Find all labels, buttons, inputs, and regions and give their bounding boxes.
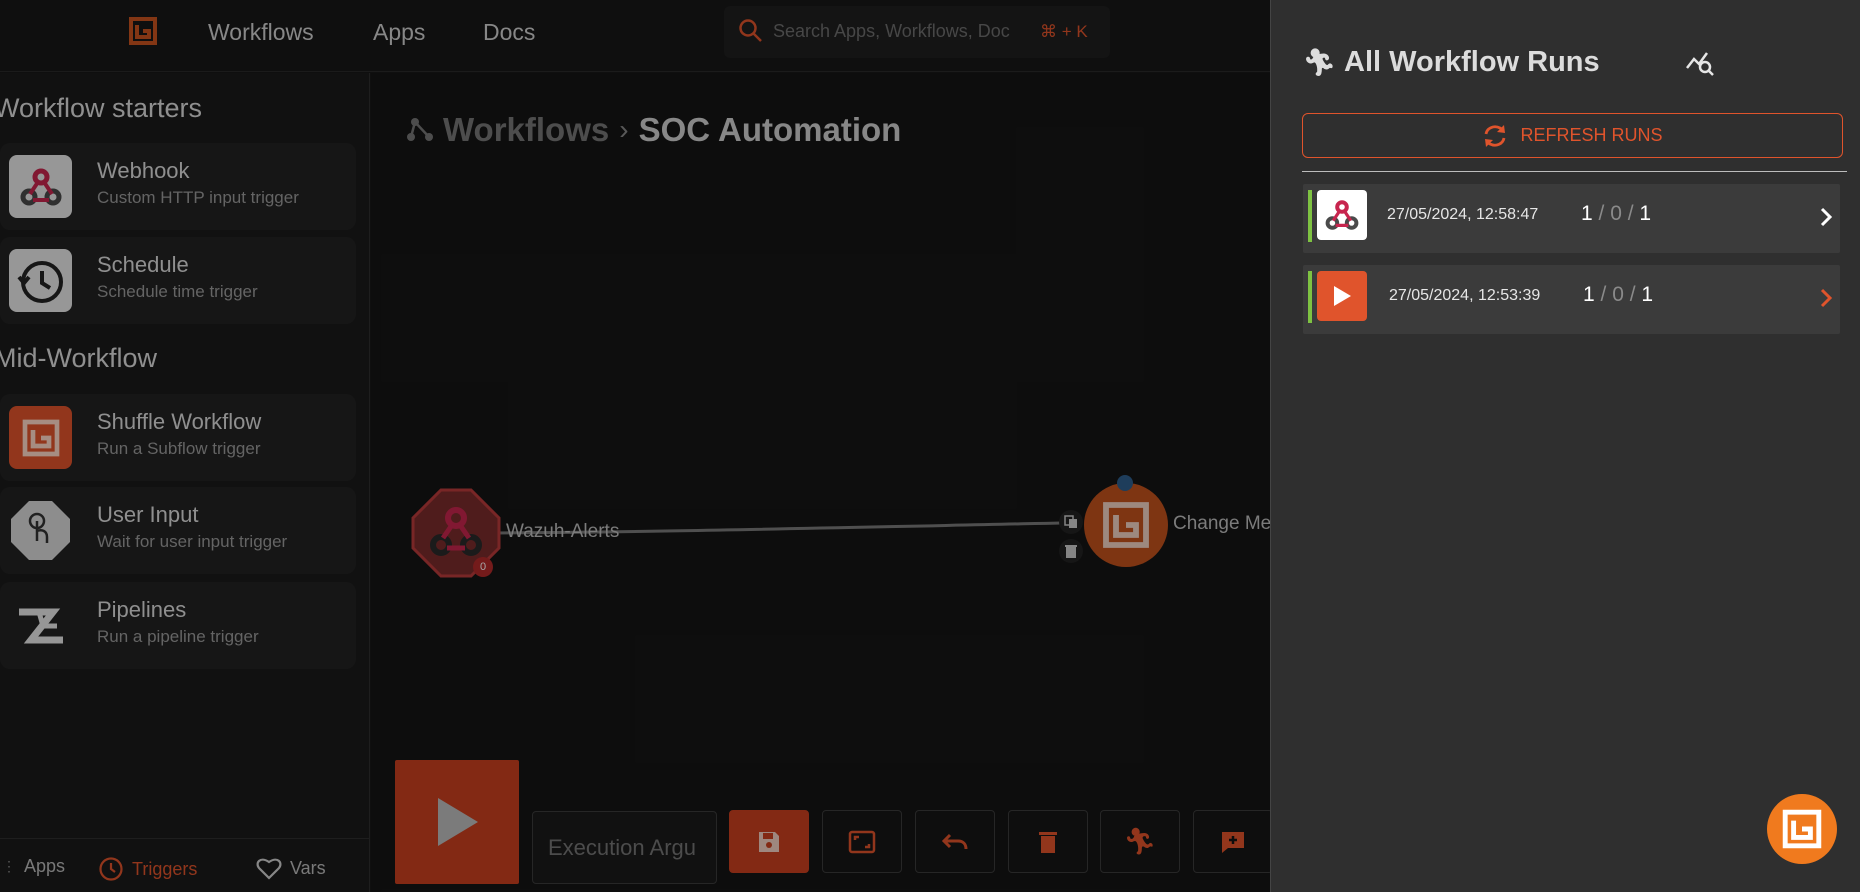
total-count: 1 — [1641, 283, 1654, 306]
running-person-icon: 🏃︎ — [1123, 826, 1157, 856]
workflow-runs-drawer: 🏃︎ All Workflow Runs REFRESH RUNS 27/05/… — [1270, 0, 1860, 892]
trigger-name: User Input — [97, 502, 199, 527]
workflow-run-row[interactable]: 27/05/2024, 12:58:47 1 / 0 / 1 — [1303, 184, 1840, 253]
node-error-badge: 0 — [473, 557, 493, 577]
trigger-shuffle-workflow[interactable]: Shuffle Workflow Run a Subflow trigger — [0, 394, 356, 481]
trigger-schedule[interactable]: Schedule Schedule time trigger — [0, 237, 356, 324]
chevron-right-icon — [1820, 207, 1833, 227]
undo-button[interactable] — [915, 810, 995, 873]
run-result-counts: 1 / 0 / 1 — [1581, 202, 1652, 225]
add-comment-button[interactable] — [1193, 810, 1273, 873]
clock-history-icon — [9, 249, 72, 312]
trigger-name: Pipelines — [97, 597, 187, 622]
trigger-desc: Run a pipeline trigger — [97, 627, 259, 646]
refresh-icon — [1485, 124, 1506, 147]
section-mid-workflow: Mid-Workflow — [0, 343, 158, 373]
nav-docs[interactable]: Docs — [483, 19, 535, 46]
chevron-right-icon — [1820, 288, 1833, 308]
tab-vars[interactable]: Vars — [256, 856, 326, 880]
save-button[interactable] — [729, 810, 809, 873]
trigger-desc: Custom HTTP input trigger — [97, 188, 299, 207]
search-analytics-icon[interactable] — [1685, 48, 1715, 76]
trash-icon — [1039, 831, 1057, 853]
trigger-desc: Wait for user input trigger — [97, 532, 288, 551]
clock-icon — [99, 857, 123, 881]
app-root: Workflows Apps Docs Search Apps, Workflo… — [0, 0, 1860, 892]
trigger-desc: Run a Subflow trigger — [97, 439, 261, 458]
tab-label: Triggers — [132, 858, 198, 879]
search-placeholder: Search Apps, Workflows, Doc — [773, 21, 1010, 41]
trigger-desc: Schedule time trigger — [97, 282, 258, 301]
trigger-name: Schedule — [97, 252, 189, 277]
tab-triggers[interactable]: Triggers — [98, 856, 197, 882]
run-timestamp: 27/05/2024, 12:58:47 — [1387, 206, 1539, 223]
shuffle-logo-icon — [1782, 809, 1822, 849]
failed-count: 0 — [1610, 202, 1622, 225]
top-navbar: Workflows Apps Docs Search Apps, Workflo… — [0, 0, 1270, 72]
run-workflow-button[interactable] — [395, 760, 519, 884]
refresh-runs-button[interactable]: REFRESH RUNS — [1302, 113, 1843, 158]
section-workflow-starters: Workflow starters — [0, 93, 203, 123]
search-icon — [739, 19, 762, 42]
search-input[interactable]: Search Apps, Workflows, Doc ⌘ + K — [724, 6, 1110, 58]
save-icon — [759, 831, 779, 852]
trigger-name: Shuffle Workflow — [97, 409, 262, 434]
shuffle-tools-icon — [1103, 502, 1149, 548]
trash-icon[interactable] — [1059, 539, 1083, 563]
failed-count: 0 — [1612, 283, 1624, 306]
copy-icon[interactable] — [1059, 510, 1083, 534]
node-label: Change Me — [1173, 513, 1272, 534]
tab-apps[interactable]: ⋮ Apps — [2, 856, 65, 877]
shuffle-assistant-button[interactable] — [1767, 794, 1837, 864]
user-input-icon — [9, 499, 72, 562]
tab-label: Apps — [24, 856, 66, 876]
drawer-title-text: All Workflow Runs — [1344, 46, 1600, 78]
node-label: Wazuh-Alerts — [506, 521, 620, 542]
play-icon — [438, 798, 478, 846]
workflow-runs-button[interactable]: 🏃︎ — [1100, 810, 1180, 873]
trigger-name: Webhook — [97, 158, 190, 183]
search-shortcut: ⌘ + K — [1040, 22, 1088, 41]
run-timestamp: 27/05/2024, 12:53:39 — [1389, 287, 1541, 304]
heart-icon — [256, 858, 282, 880]
status-success-bar — [1308, 271, 1312, 323]
nav-apps[interactable]: Apps — [373, 19, 425, 46]
sidebar-tab-bar: ⋮ Apps Triggers Vars — [0, 838, 369, 892]
refresh-label: REFRESH RUNS — [1520, 125, 1663, 145]
run-result-counts: 1 / 0 / 1 — [1583, 283, 1654, 306]
running-person-icon: 🏃︎ — [1303, 47, 1337, 77]
fit-screen-icon — [848, 830, 876, 853]
shuffle-logo[interactable] — [128, 16, 158, 46]
total-count: 1 — [1639, 202, 1652, 225]
node-wazuh-alerts[interactable]: 0 — [411, 488, 501, 578]
grid-dots-icon: ⋮ — [2, 858, 16, 874]
triggers-sidebar: Workflow starters Webhook Custom HTTP in… — [0, 73, 370, 892]
execution-argument-input[interactable] — [532, 811, 717, 884]
workflow-run-row[interactable]: 27/05/2024, 12:53:39 1 / 0 / 1 — [1303, 265, 1840, 334]
delete-button[interactable] — [1008, 810, 1088, 873]
trigger-webhook[interactable]: Webhook Custom HTTP input trigger — [0, 143, 356, 230]
status-success-bar — [1308, 190, 1312, 242]
node-change-me[interactable] — [1084, 483, 1168, 567]
node-connector-handle[interactable] — [1117, 475, 1133, 491]
comment-add-icon — [1222, 831, 1244, 853]
divider — [1302, 171, 1847, 172]
trigger-pipelines[interactable]: Pipelines Run a pipeline trigger — [0, 582, 356, 669]
play-icon — [1317, 271, 1367, 321]
success-count: 1 — [1583, 283, 1595, 306]
workflow-canvas[interactable]: Workflows › SOC Automation 0 Wazuh-Alert… — [371, 73, 1273, 892]
drawer-title: 🏃︎ All Workflow Runs — [1303, 46, 1600, 79]
nav-workflows[interactable]: Workflows — [208, 19, 314, 46]
webhook-icon — [9, 155, 72, 218]
trigger-user-input[interactable]: User Input Wait for user input trigger — [0, 487, 356, 574]
success-count: 1 — [1581, 202, 1593, 225]
fit-view-button[interactable] — [822, 810, 902, 873]
webhook-icon — [1317, 190, 1367, 240]
shuffle-workflow-icon — [9, 406, 72, 469]
tab-label: Vars — [290, 857, 326, 878]
undo-icon — [942, 833, 968, 849]
pipelines-icon — [9, 594, 72, 657]
